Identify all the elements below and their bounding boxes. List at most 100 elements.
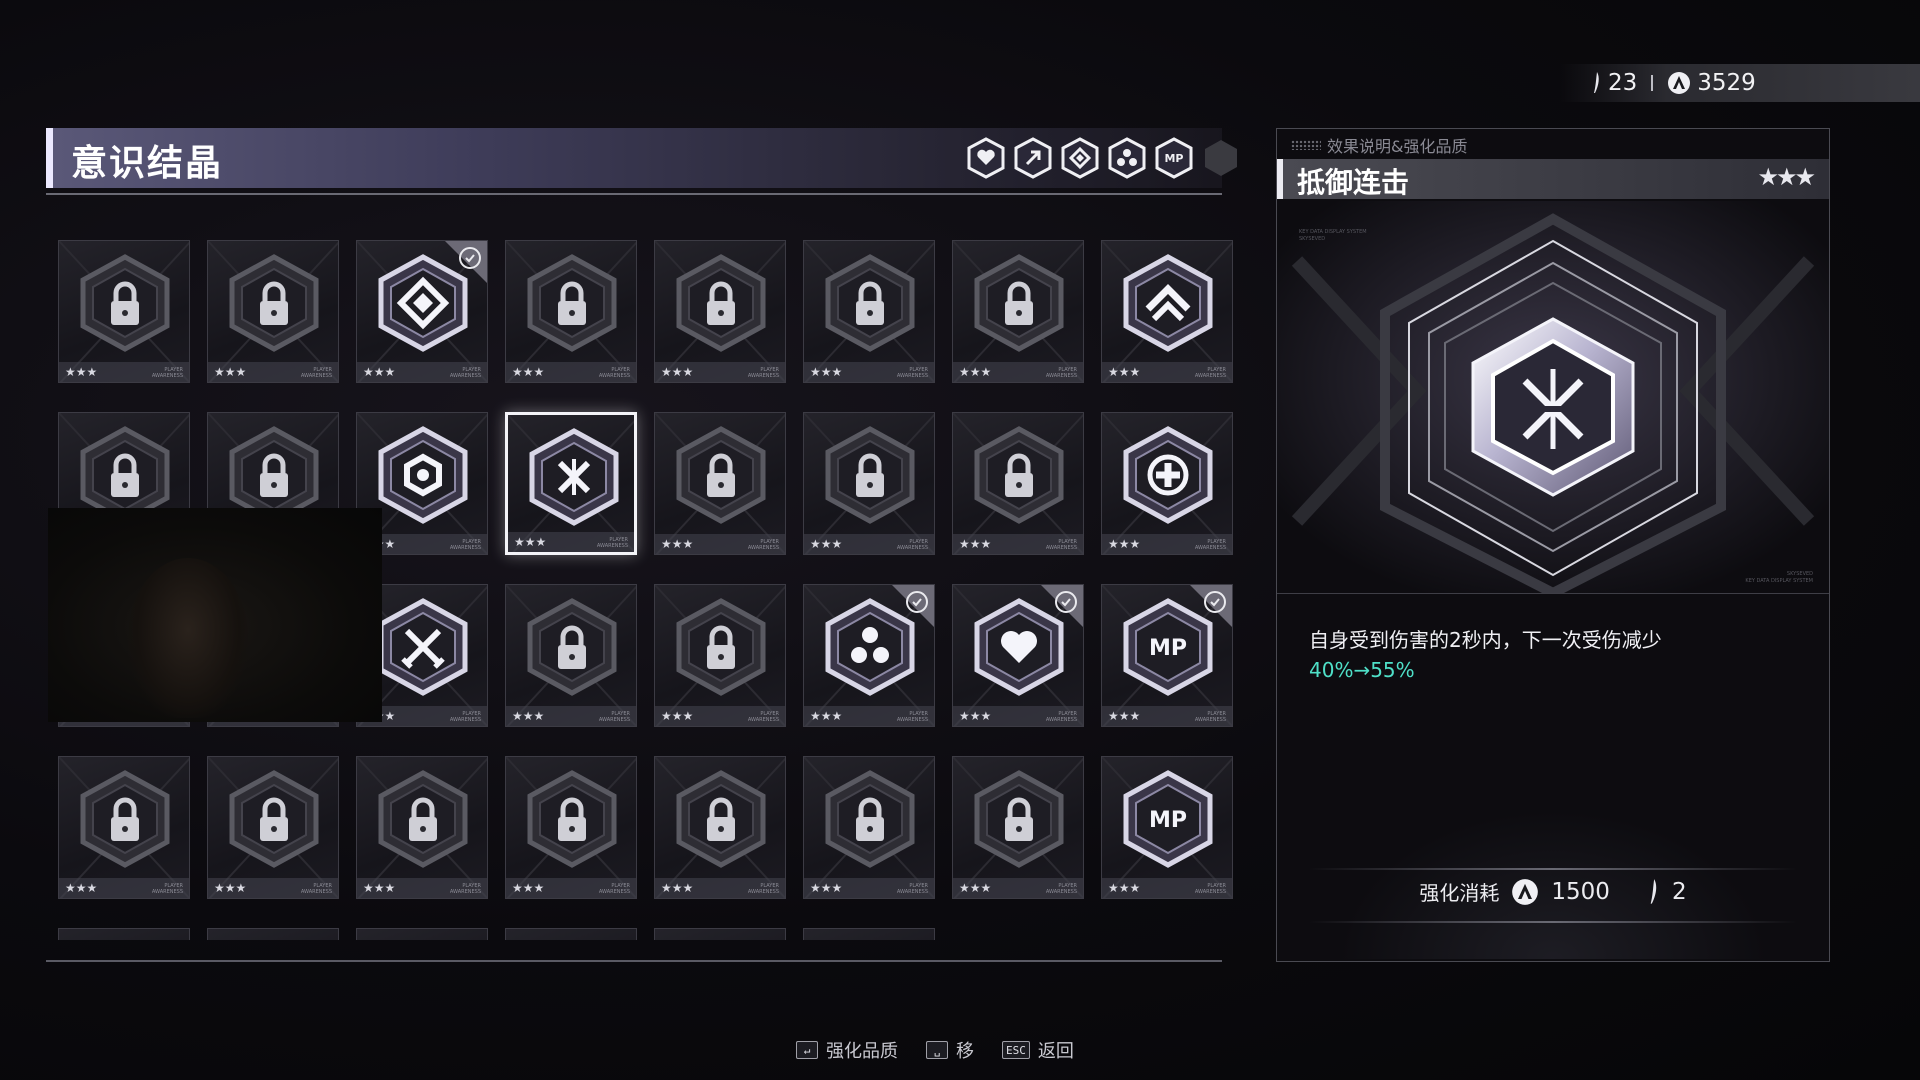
upgrade-cost-area: 强化消耗 1500 2 [1277,809,1829,959]
page-title: 意识结晶 [71,143,224,184]
awareness-card[interactable]: ★★★ PLAYERAWARENESS [207,240,339,383]
awareness-lock-icon [825,770,915,868]
effect-value-change: 40%→55% [1309,658,1415,682]
awareness-card[interactable]: ★★★ PLAYERAWARENESS [505,412,637,555]
card-tag: PLAYERAWARENESS [1195,883,1226,895]
awareness-card[interactable]: ★★★ PLAYERAWARENESS [654,756,786,899]
awareness-card[interactable]: ★★★ PLAYERAWARENESS [1101,412,1233,555]
card-tag-line2: AWARENESS [598,373,630,379]
card-tag-line2: AWARENESS [596,543,628,549]
card-tag-line2: AWARENESS [896,373,928,379]
mp-label: MP [1149,808,1187,833]
coin-icon [1512,878,1539,905]
card-stars: ★★★ [363,365,396,379]
awareness-mp-icon: MP [1123,770,1213,868]
awareness-card[interactable]: ★★★ PLAYERAWARENESS [952,584,1084,727]
detail-divider [1277,593,1829,594]
awareness-card[interactable]: ★★★ PLAYERAWARENESS [505,756,637,899]
card-tag: PLAYERAWARENESS [450,711,481,723]
detail-stars: ★★★ [1757,163,1816,191]
diamond-filter-icon[interactable] [1059,137,1101,179]
space-key-icon: ␣ [926,1041,948,1059]
card-tag-line2: AWARENESS [1045,545,1077,551]
awareness-card-partial[interactable] [58,928,190,940]
awareness-card[interactable]: ★★★ PLAYERAWARENESS [952,240,1084,383]
arrow-filter-icon[interactable] [1012,137,1054,179]
awareness-lock-icon [527,254,617,352]
awareness-lock-icon [825,426,915,524]
awareness-card[interactable]: ★★★ PLAYERAWARENESS [803,756,935,899]
awareness-card-partial[interactable] [803,928,935,940]
awareness-card[interactable]: ★★★ PLAYERAWARENESS [803,584,935,727]
art-label-bottom-right: SKYSEVED KEY DATA DISPLAY SYSTEM [1745,571,1813,585]
card-stars: ★★★ [1108,709,1141,723]
awareness-card[interactable]: MP ★★★ PLAYER AWARENESS [1101,756,1233,899]
card-tag-line2: AWARENESS [151,889,183,895]
card-stars: ★★★ [512,709,545,723]
feather-icon [1650,878,1657,904]
card-tag-line2: AWARENESS [598,889,630,895]
awareness-lock-icon [974,770,1064,868]
card-tag-line2: AWARENESS [1045,717,1077,723]
awareness-card-partial[interactable] [505,928,637,940]
card-stars: ★★★ [1108,365,1141,379]
awareness-card[interactable]: ★★★ PLAYERAWARENESS [505,240,637,383]
card-tag: PLAYERAWARENESS [599,711,630,723]
awareness-card[interactable]: ★★★ PLAYERAWARENESS [505,584,637,727]
awareness-card[interactable]: ★★★ PLAYERAWARENESS [356,240,488,383]
card-footer: ★★★ PLAYERAWARENESS [506,878,636,898]
awareness-card[interactable]: ★★★ PLAYERAWARENESS [803,240,935,383]
hint-back[interactable]: ESC 返回 [1002,1037,1074,1063]
awareness-card[interactable]: ★★★ PLAYERAWARENESS [58,756,190,899]
card-stars: ★★★ [661,365,694,379]
card-footer: ★★★ PLAYERAWARENESS [804,362,934,382]
dots-icon [1291,140,1321,150]
awareness-lock-icon [825,254,915,352]
cost-feather-amount: 2 [1671,878,1687,905]
awareness-card[interactable]: MP ★★★ PLAYER AWARENESS [1101,584,1233,727]
awareness-card[interactable]: ★★★ PLAYERAWARENESS [207,756,339,899]
awareness-card[interactable]: ★★★ PLAYERAWARENESS [654,240,786,383]
awareness-swords-icon [378,598,468,696]
card-tag: PLAYERAWARENESS [748,539,779,551]
card-tag: PLAYERAWARENESS [597,537,628,549]
awareness-diamond-icon [378,254,468,352]
esc-key-icon: ESC [1002,1041,1030,1059]
card-tag: PLAYERAWARENESS [1195,711,1226,723]
awareness-card[interactable]: ★★★ PLAYERAWARENESS [1101,240,1233,383]
awareness-card-partial[interactable] [654,928,786,940]
mp-filter-icon[interactable]: MP [1153,137,1195,179]
heart-filter-icon[interactable] [965,137,1007,179]
hint-move[interactable]: ␣ 移 [926,1037,974,1063]
card-tag-line2: AWARENESS [1194,373,1226,379]
dark-filter-icon[interactable] [1200,137,1242,179]
awareness-card[interactable]: ★★★ PLAYERAWARENESS [654,584,786,727]
awareness-lock-icon [676,254,766,352]
awareness-lock-icon [80,770,170,868]
card-tag-line2: AWARENESS [1194,717,1226,723]
filter-bar: MP [965,137,1242,179]
awareness-card[interactable]: ★★★ PLAYERAWARENESS [952,756,1084,899]
awareness-card[interactable]: ★★★ PLAYERAWARENESS [58,240,190,383]
cluster-filter-icon[interactable] [1106,137,1148,179]
awareness-lock-icon [676,770,766,868]
awareness-card[interactable]: ★★★ PLAYERAWARENESS [356,756,488,899]
awareness-card-partial[interactable] [356,928,488,940]
detail-subtitle-text: 效果说明&强化品质 [1327,137,1468,156]
awareness-card[interactable]: ★★★ PLAYERAWARENESS [654,412,786,555]
card-tag: PLAYERAWARENESS [599,883,630,895]
card-stars: ★★★ [1108,537,1141,551]
awareness-card[interactable]: ★★★ PLAYERAWARENESS [952,412,1084,555]
hint-upgrade[interactable]: ↵ 强化品质 [796,1037,898,1063]
awareness-heart-icon [974,598,1064,696]
card-stars: ★★★ [512,365,545,379]
art-label-br-line1: SKYSEVED [1786,571,1813,577]
card-tag-line2: AWARENESS [747,373,779,379]
awareness-hex-core-icon [378,426,468,524]
card-tag-line2: AWARENESS [300,889,332,895]
cost-label: 强化消耗 [1419,881,1500,905]
awareness-card[interactable]: ★★★ PLAYERAWARENESS [803,412,935,555]
art-label-tl-line1: KEY DATA DISPLAY SYSTEM [1299,229,1367,235]
awareness-card-partial[interactable] [207,928,339,940]
card-tag-line2: AWARENESS [896,545,928,551]
